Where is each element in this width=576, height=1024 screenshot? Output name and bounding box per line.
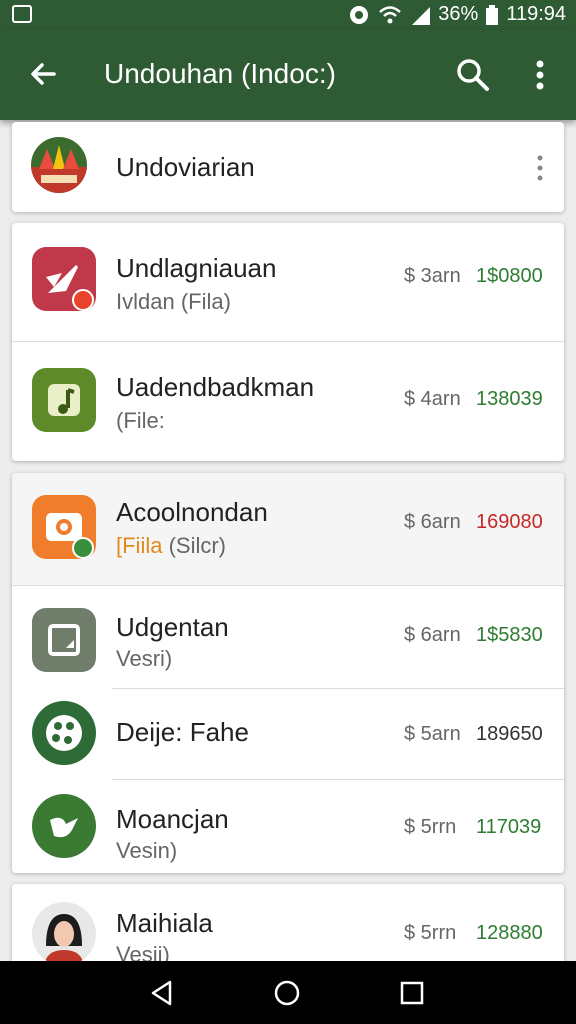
music-note-icon [32,368,96,432]
header-title: Undoviarian [116,152,255,182]
list-item[interactable]: Undlagniauan Ivldan (Fila) $ 3arn 1$0800 [12,223,564,341]
item-subtitle-text: (Silcr) [168,533,227,558]
nav-back-icon[interactable] [148,979,176,1007]
item-name: Acoolnondan [116,497,268,527]
wifi-icon [379,5,402,23]
clock: 119:94 [506,3,566,25]
page-title: Undouhan (Indoc:) [104,58,336,89]
list-item[interactable]: Udgentan Vesri) $ 6arn 1$5830 [12,586,564,688]
logo [31,137,87,193]
badge-icon [72,537,94,559]
status-bar: 36% 119:94 [0,0,576,30]
item-name: Maihiala [116,908,213,938]
item-price: $ 6arn [404,624,461,646]
item-amount: 169080 [476,511,543,533]
navigation-bar [0,961,576,1024]
item-tag: [Fiila [116,533,163,558]
app-bar: Undouhan (Indoc:) [0,30,576,120]
bird-icon [32,794,96,858]
arrow-back-icon[interactable] [24,54,64,94]
list-item[interactable]: Deije: Fahe $ 5arn 189650 [12,689,564,779]
item-name: Moancjan [116,804,229,834]
signal-icon [412,6,431,25]
item-name: Udgentan [116,612,229,642]
item-subtitle: [Fiila (Silcr) [116,533,226,559]
item-price: $ 4arn [404,388,461,410]
nav-recents-icon[interactable] [400,981,424,1005]
list-item[interactable]: Acoolnondan [Fiila (Silcr) $ 6arn 169080 [12,473,564,585]
item-name: Uadendbadkman [116,372,315,402]
item-subtitle: Vesri) [116,646,173,671]
item-price: $ 3arn [404,265,461,287]
battery-icon [486,4,499,25]
image-icon [32,608,96,672]
badge-icon [72,289,94,311]
item-price: $ 5arn [404,723,461,745]
camera-icon [32,495,96,559]
item-amount: 1$0800 [476,265,543,287]
item-subtitle: Vesin) [116,838,178,863]
battery-percent: 36% [438,3,479,25]
more-vert-icon[interactable] [526,56,554,94]
search-icon[interactable] [454,56,492,94]
alarm-icon [350,5,369,24]
item-amount: 117039 [476,816,542,838]
header-card[interactable]: Undoviarian [12,122,564,212]
item-price: $ 5rrn [404,816,457,838]
item-name: Undlagniauan [116,253,277,283]
list-item[interactable]: Uadendbadkman (File: $ 4arn 138039 [12,342,564,461]
item-amount: 1$5830 [476,624,543,646]
item-amount: 138039 [476,388,543,410]
item-amount: 128880 [476,922,543,944]
list-item[interactable]: Moancjan Vesin) $ 5rrn 117039 [12,780,564,873]
rocket-icon [32,247,96,311]
item-amount: 189650 [476,723,543,745]
list-card: Acoolnondan [Fiila (Silcr) $ 6arn 169080… [12,473,564,873]
item-subtitle: Ivldan (Fila) [116,289,231,314]
item-subtitle: (File: [116,408,165,433]
avatar [32,902,96,966]
item-price: $ 5rrn [404,922,457,944]
palette-icon [32,701,96,765]
more-vert-icon[interactable] [534,154,546,182]
item-price: $ 6arn [404,511,461,533]
image-notification-icon [12,5,32,23]
nav-home-icon[interactable] [273,979,301,1007]
list-card: Undlagniauan Ivldan (Fila) $ 3arn 1$0800… [12,223,564,461]
item-name: Deije: Fahe [116,717,249,747]
